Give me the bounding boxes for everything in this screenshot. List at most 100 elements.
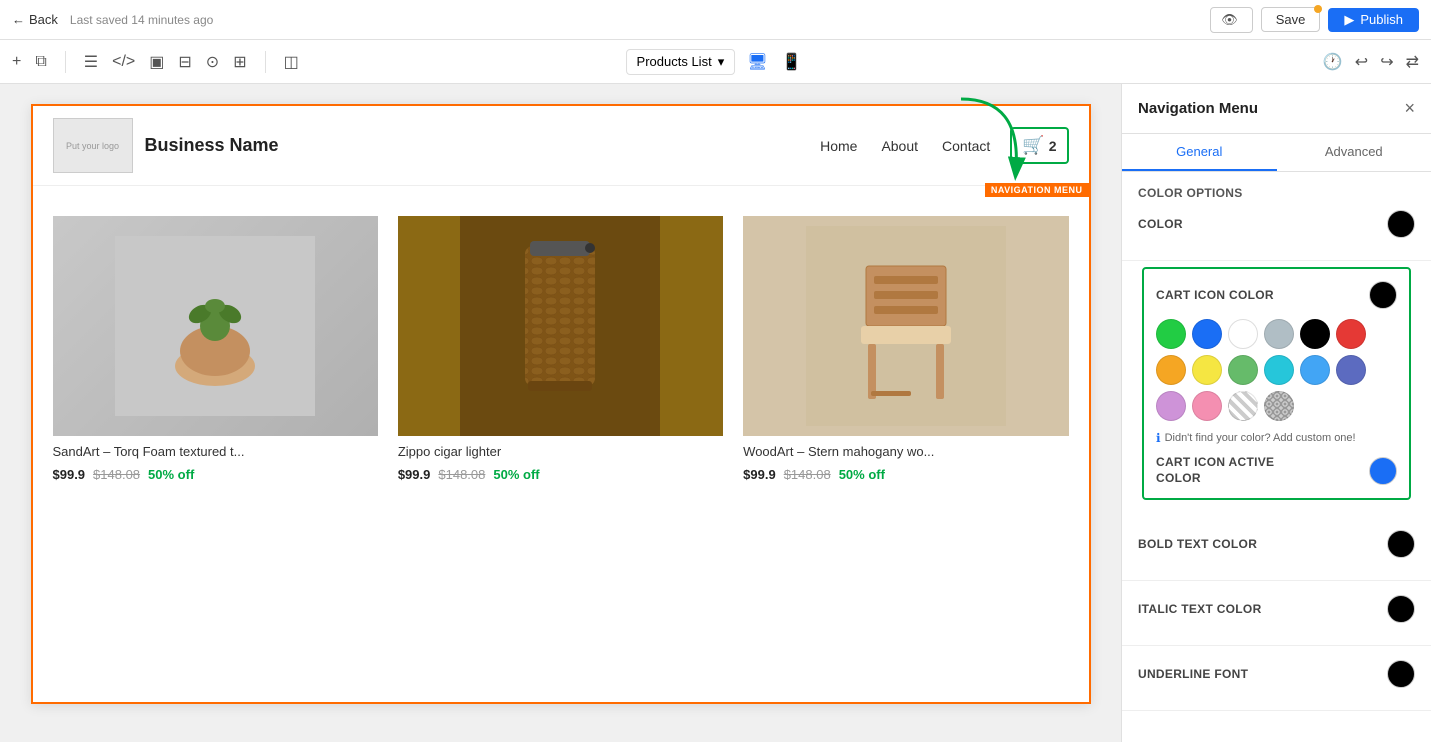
code-icon[interactable]: </> xyxy=(112,53,135,71)
palette-color-orange[interactable] xyxy=(1156,355,1186,385)
product-discount: 50% off xyxy=(148,467,194,482)
palette-color-light-gray[interactable] xyxy=(1264,319,1294,349)
bold-text-color-swatch[interactable] xyxy=(1387,530,1415,558)
palette-color-black[interactable] xyxy=(1300,319,1330,349)
save-label: Save xyxy=(1276,12,1306,27)
toolbar-center: Products List ▾ 🖥 📱 xyxy=(626,48,806,76)
publish-label: Publish xyxy=(1360,12,1403,27)
nav-link-home[interactable]: Home xyxy=(820,138,857,154)
section-icon[interactable]: ⊟ xyxy=(178,52,191,72)
palette-color-red[interactable] xyxy=(1336,319,1366,349)
publish-button[interactable]: ▶ Publish xyxy=(1328,8,1419,32)
page-name: Products List xyxy=(637,54,712,69)
product-discount: 50% off xyxy=(839,467,885,482)
custom-color-hint: ℹ Didn't find your color? Add custom one… xyxy=(1156,431,1397,445)
palette-color-gray-pattern[interactable] xyxy=(1264,391,1294,421)
mobile-device-button[interactable]: 📱 xyxy=(778,48,806,76)
panel-title: Navigation Menu xyxy=(1138,100,1258,117)
underline-text-label: UNDERLINE FONT xyxy=(1138,667,1248,681)
color-swatch[interactable] xyxy=(1387,210,1415,238)
palette-color-green[interactable] xyxy=(1156,319,1186,349)
divider-1 xyxy=(65,51,66,73)
product-card: WoodArt – Stern mahogany wo... $99.9 $14… xyxy=(743,216,1068,482)
panel-header: Navigation Menu × xyxy=(1122,84,1431,134)
media-icon[interactable]: ▣ xyxy=(149,52,164,72)
cart-active-label: CART ICON ACTIVECOLOR xyxy=(1156,455,1274,486)
cart-icon-color-section: CART ICON COLOR xyxy=(1142,267,1411,500)
publish-icon: ▶ xyxy=(1344,12,1354,28)
palette-color-blue[interactable] xyxy=(1192,319,1222,349)
site-logo: Put your logo Business Name xyxy=(53,118,279,173)
cart-icon-color-row: CART ICON COLOR xyxy=(1156,281,1397,309)
cart-button[interactable]: 🛒 2 xyxy=(1010,127,1068,164)
lighter-image xyxy=(460,216,660,436)
back-button[interactable]: ← Back xyxy=(12,12,58,27)
product-pricing: $99.9 $148.08 50% off xyxy=(398,467,723,482)
palette-color-yellow[interactable] xyxy=(1192,355,1222,385)
canvas-area: Put your logo Business Name Home About C… xyxy=(0,84,1121,742)
palette-color-white[interactable] xyxy=(1228,319,1258,349)
elements-icon[interactable]: ☰ xyxy=(84,52,98,72)
product-image xyxy=(398,216,723,436)
cart-icon-color-swatch[interactable] xyxy=(1369,281,1397,309)
layers-icon[interactable]: ⧉ xyxy=(35,53,46,71)
info-icon: ℹ xyxy=(1156,431,1161,445)
italic-text-color-label: ITALIC TEXT COLOR xyxy=(1138,602,1262,616)
color-options-section: Color Options COLOR xyxy=(1122,172,1431,261)
back-arrow-icon: ← xyxy=(12,12,25,27)
save-button[interactable]: Save xyxy=(1261,7,1321,32)
nav-link-about[interactable]: About xyxy=(881,138,918,154)
nav-link-contact[interactable]: Contact xyxy=(942,138,990,154)
product-image xyxy=(743,216,1068,436)
underline-text-row: UNDERLINE FONT xyxy=(1138,660,1415,688)
product-original-price: $148.08 xyxy=(784,467,831,482)
settings-icon[interactable]: ⇄ xyxy=(1406,52,1419,72)
canvas-frame: Put your logo Business Name Home About C… xyxy=(31,104,1091,704)
history-icon[interactable]: 🕐 xyxy=(1323,52,1343,72)
color-row: COLOR xyxy=(1138,210,1415,238)
back-label: Back xyxy=(29,12,58,27)
preview-button[interactable]: 👁 xyxy=(1210,7,1253,33)
tab-general[interactable]: General xyxy=(1122,134,1277,171)
palette-color-sky-blue[interactable] xyxy=(1300,355,1330,385)
italic-text-color-row: ITALIC TEXT COLOR xyxy=(1138,595,1415,623)
add-icon[interactable]: + xyxy=(12,53,21,71)
redo-icon[interactable]: ↪ xyxy=(1380,52,1393,72)
cart-count: 2 xyxy=(1049,138,1057,154)
nav-badge: NAVIGATION MENU xyxy=(985,183,1089,197)
palette-color-indigo[interactable] xyxy=(1336,355,1366,385)
page-selector[interactable]: Products List ▾ xyxy=(626,49,736,75)
palette-color-lavender[interactable] xyxy=(1156,391,1186,421)
italic-text-color-swatch[interactable] xyxy=(1387,595,1415,623)
toolbar-left: + ⧉ ☰ </> ▣ ⊟ ⊙ ⊞ ◫ xyxy=(12,51,299,73)
tab-advanced[interactable]: Advanced xyxy=(1277,134,1431,171)
nav-links: Home About Contact xyxy=(820,138,990,154)
product-price: $99.9 xyxy=(743,467,776,482)
product-price: $99.9 xyxy=(398,467,431,482)
palette-color-cyan[interactable] xyxy=(1264,355,1294,385)
site-nav: Put your logo Business Name Home About C… xyxy=(33,106,1089,186)
underline-text-swatch[interactable] xyxy=(1387,660,1415,688)
palette-color-light-green[interactable] xyxy=(1228,355,1258,385)
products-grid: SandArt – Torq Foam textured t... $99.9 … xyxy=(33,186,1089,512)
panel-close-button[interactable]: × xyxy=(1404,98,1415,119)
logo-text: Put your logo xyxy=(66,141,119,151)
business-name: Business Name xyxy=(145,135,279,156)
divider-2 xyxy=(265,51,266,73)
palette-color-transparent[interactable] xyxy=(1228,391,1258,421)
toolbar-right: 🕐 ↩ ↪ ⇄ xyxy=(1323,52,1419,72)
sidebar-icon[interactable]: ◫ xyxy=(284,52,299,72)
layout-icon[interactable]: ⊞ xyxy=(233,52,246,72)
main-area: Put your logo Business Name Home About C… xyxy=(0,84,1431,742)
undo-icon[interactable]: ↩ xyxy=(1355,52,1368,72)
app-icon[interactable]: ⊙ xyxy=(206,52,219,72)
product-original-price: $148.08 xyxy=(438,467,485,482)
color-options-title: Color Options xyxy=(1138,186,1415,200)
product-pricing: $99.9 $148.08 50% off xyxy=(743,467,1068,482)
product-discount: 50% off xyxy=(493,467,539,482)
desktop-device-button[interactable]: 🖥 xyxy=(743,48,771,76)
top-bar: ← Back Last saved 14 minutes ago 👁 Save … xyxy=(0,0,1431,40)
cart-active-color-swatch[interactable] xyxy=(1369,457,1397,485)
cart-icon-color-wrapper: CART ICON COLOR xyxy=(1122,261,1431,516)
palette-color-pink[interactable] xyxy=(1192,391,1222,421)
